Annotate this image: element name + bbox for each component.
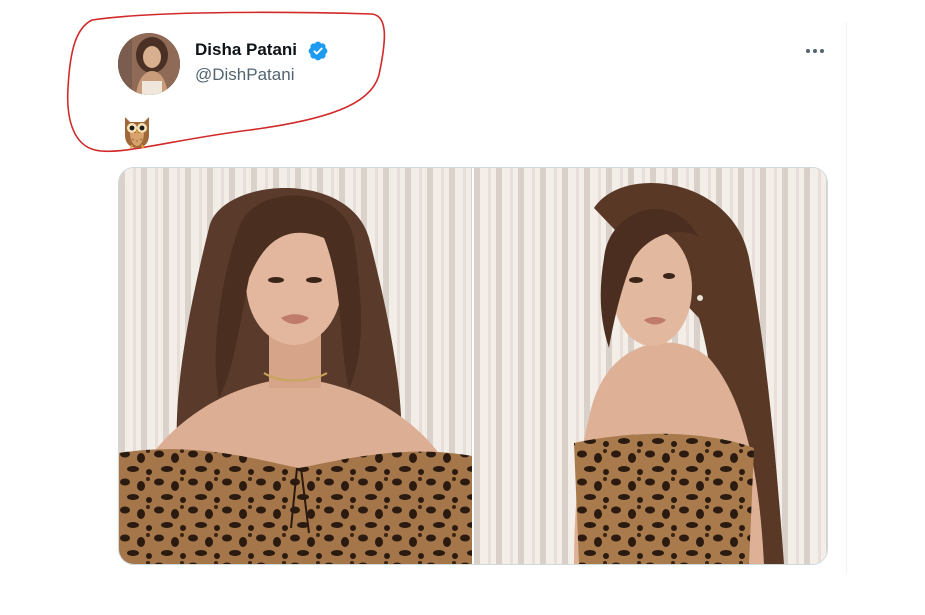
photo-2-icon	[474, 168, 827, 564]
verified-badge-icon	[308, 41, 328, 61]
author-handle[interactable]: @DishPatani	[195, 65, 294, 85]
author-avatar[interactable]	[118, 33, 180, 95]
tweet-photo-1[interactable]	[119, 168, 472, 564]
tweet-media-grid	[118, 167, 828, 565]
author-display-name[interactable]: Disha Patani	[195, 40, 297, 60]
tweet-photo-2[interactable]	[474, 168, 827, 564]
owl-emoji-icon	[125, 117, 149, 149]
more-horizontal-icon	[806, 49, 824, 53]
photo-1-icon	[119, 168, 472, 564]
more-options-button[interactable]	[802, 40, 828, 62]
profile-photo-icon	[118, 33, 180, 95]
